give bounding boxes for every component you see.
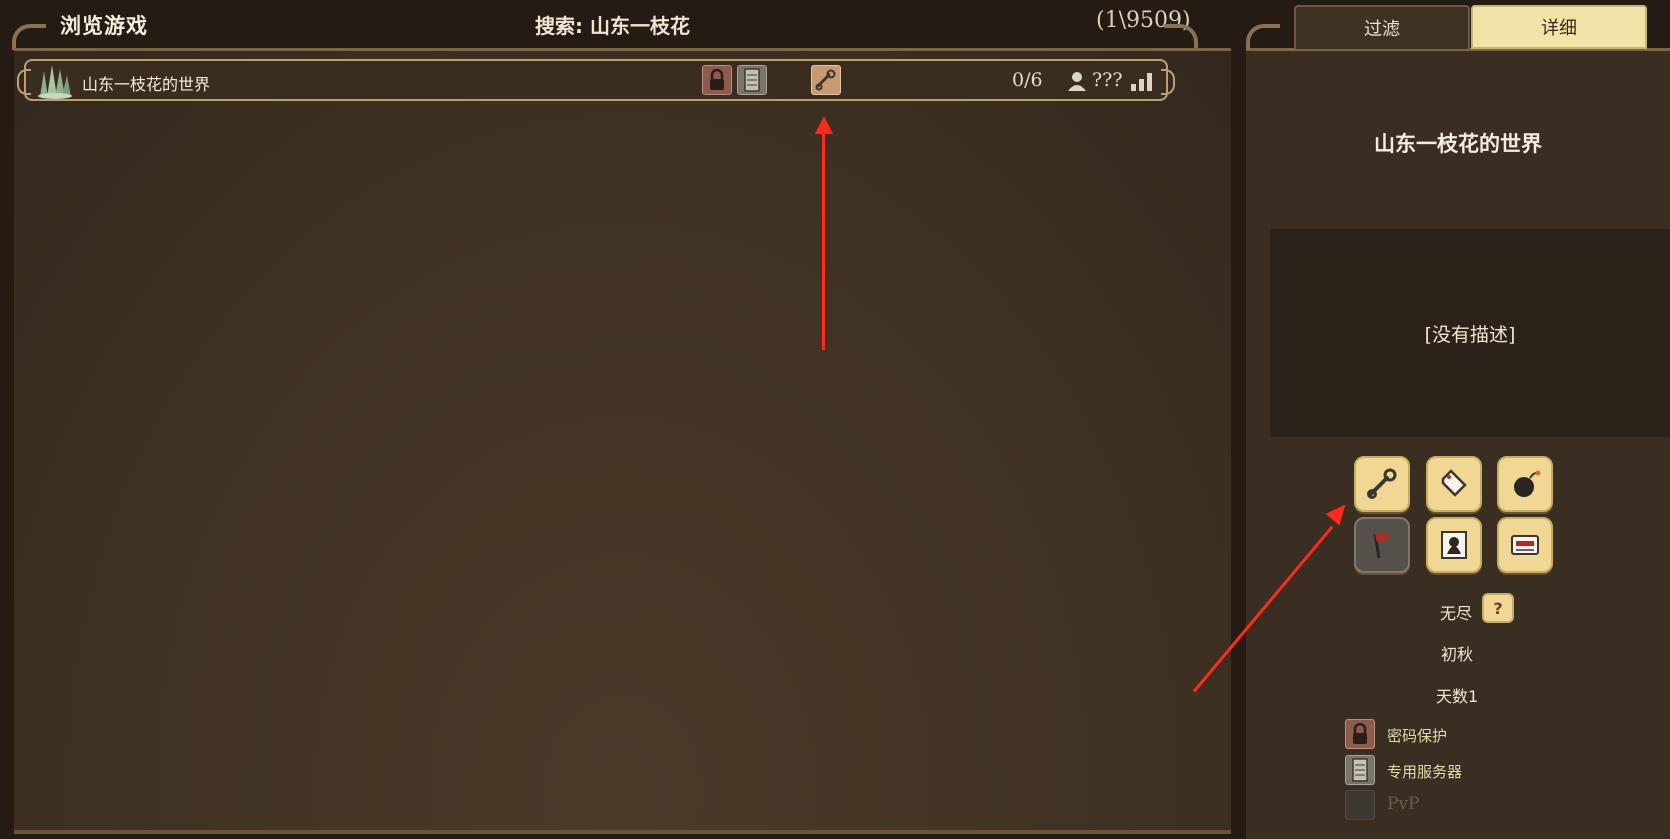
- player-count: 0/6: [1012, 69, 1043, 91]
- blank-icon: [1345, 790, 1375, 820]
- crystal-icon: [36, 63, 74, 99]
- server-icon: [1345, 755, 1375, 785]
- tab-details[interactable]: 详细: [1471, 5, 1647, 49]
- tab-filter[interactable]: 过滤: [1294, 5, 1470, 49]
- description-box: [没有描述]: [1270, 229, 1670, 437]
- annotation-arrow: [822, 128, 825, 350]
- server-list-row[interactable]: 山东一枝花的世界 0/6 ???: [17, 59, 1175, 101]
- game-mode-label: 无尽: [1440, 604, 1473, 623]
- password-panel-icon[interactable]: [1497, 517, 1553, 573]
- detail-server-name: 山东一枝花的世界: [1374, 132, 1542, 156]
- tag-dedicated-server: 专用服务器: [1387, 763, 1463, 781]
- annotation-arrowhead: [815, 116, 833, 134]
- person-icon: [1066, 71, 1088, 91]
- lock-icon: [702, 65, 732, 95]
- corner-scroll-ornament: [1164, 24, 1198, 50]
- details-panel: [1246, 48, 1670, 839]
- search-query-label: 搜索: 山东一枝花: [535, 14, 690, 38]
- server-list-panel: [14, 48, 1231, 834]
- tag-label-icon[interactable]: [1426, 456, 1482, 512]
- pvp-flag-icon[interactable]: [1354, 517, 1410, 573]
- corner-scroll-ornament: [1246, 24, 1280, 50]
- tag-pvp: PvP: [1387, 794, 1420, 814]
- tag-password-protected: 密码保护: [1387, 727, 1448, 745]
- days-label: 天数1: [1436, 687, 1479, 706]
- server-icon: [737, 65, 767, 95]
- lock-icon: [1345, 719, 1375, 749]
- bomb-icon[interactable]: [1497, 456, 1553, 512]
- signal-strength-icon: [1130, 71, 1154, 91]
- character-portrait-icon[interactable]: [1426, 517, 1482, 573]
- server-name: 山东一枝花的世界: [82, 75, 211, 94]
- corner-scroll-ornament: [12, 24, 46, 50]
- description-text: [没有描述]: [1424, 323, 1516, 346]
- ping-value: ???: [1092, 69, 1123, 91]
- season-label: 初秋: [1441, 645, 1474, 664]
- mods-wrench-icon[interactable]: [1354, 456, 1410, 512]
- page-title: 浏览游戏: [60, 14, 148, 38]
- wrench-icon: [811, 65, 841, 95]
- help-question-icon[interactable]: ?: [1482, 593, 1514, 623]
